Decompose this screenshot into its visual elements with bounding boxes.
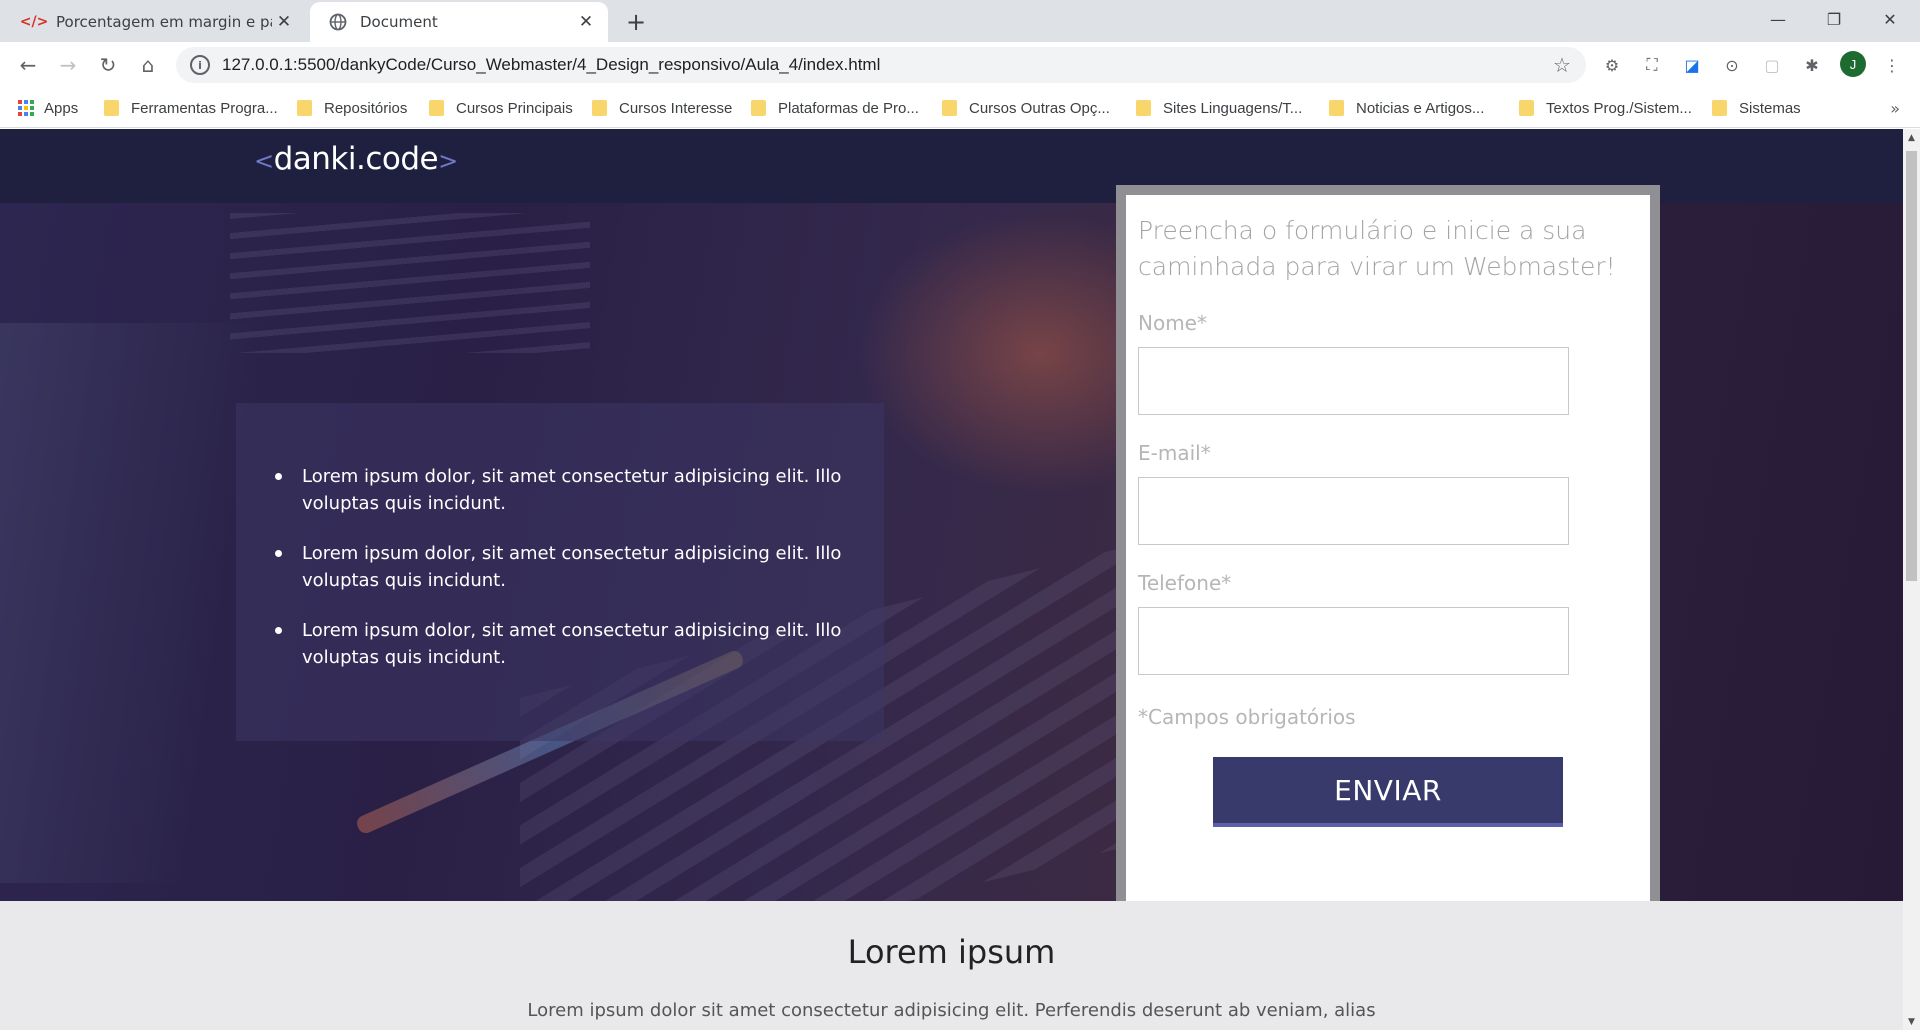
bookmark-folder[interactable]: Sites Linguagens/T... [1136, 88, 1302, 128]
menu-kebab-icon[interactable]: ⋮ [1878, 51, 1906, 79]
phone-field[interactable] [1138, 607, 1569, 675]
extension-icon[interactable]: ◪ [1678, 51, 1706, 79]
bookmark-label: Sistemas [1739, 99, 1801, 117]
browser-toolbar: ← → ↻ ⌂ i 127.0.0.1:5500/dankyCode/Curso… [0, 42, 1920, 88]
site-info-icon[interactable]: i [190, 55, 210, 75]
restore-icon[interactable]: ❐ [1806, 0, 1862, 38]
bookmark-folder[interactable]: Sistemas [1712, 88, 1801, 128]
bookmark-label: Repositórios [324, 99, 408, 117]
bookmark-label: Cursos Outras Opç... [969, 99, 1110, 117]
bookmark-folder[interactable]: Repositórios [297, 88, 407, 128]
content-section: Lorem ipsum Lorem ipsum dolor sit amet c… [0, 901, 1903, 1030]
address-bar[interactable]: i 127.0.0.1:5500/dankyCode/Curso_Webmast… [176, 47, 1586, 83]
tab-document[interactable]: Document ✕ [310, 2, 608, 42]
bookmark-label: Cursos Principais [456, 99, 573, 117]
submit-button[interactable]: ENVIAR [1213, 757, 1563, 827]
scroll-up-icon[interactable]: ▲ [1903, 129, 1920, 146]
folder-icon [1712, 100, 1727, 116]
logo-text: danki.code [273, 141, 439, 177]
logo[interactable]: <danki.code> [254, 141, 458, 177]
signup-form: Preencha o formulário e inicie a sua cam… [1116, 185, 1660, 927]
scroll-down-icon[interactable]: ▼ [1903, 1013, 1920, 1030]
page-scrollbar[interactable]: ▲ ▼ [1903, 129, 1920, 1030]
bookmark-folder[interactable]: Noticias e Artigos... [1329, 88, 1484, 128]
bookmark-label: Plataformas de Pro... [778, 99, 919, 117]
reload-icon[interactable]: ↻ [92, 49, 124, 81]
profile-avatar[interactable]: J [1840, 51, 1866, 77]
hero-code-texture [230, 213, 590, 353]
new-tab-button[interactable]: + [620, 6, 652, 38]
features-list: Lorem ipsum dolor, sit amet consectetur … [274, 463, 844, 671]
folder-icon [297, 100, 312, 116]
name-field[interactable] [1138, 347, 1569, 415]
bookmark-apps[interactable]: Apps [18, 88, 78, 128]
logo-bracket-left: < [254, 147, 274, 175]
email-label: E-mail* [1138, 441, 1211, 465]
folder-icon [1329, 100, 1344, 116]
tab-title: Porcentagem em margin e paddi [56, 13, 272, 31]
folder-icon [1519, 100, 1534, 116]
bookmark-folder[interactable]: Plataformas de Pro... [751, 88, 919, 128]
close-tab-icon[interactable]: ✕ [574, 10, 598, 34]
hero-background-image [0, 323, 260, 883]
folder-icon [592, 100, 607, 116]
apps-grid-icon [18, 100, 34, 116]
feature-item: Lorem ipsum dolor, sit amet consectetur … [274, 463, 844, 517]
feature-item: Lorem ipsum dolor, sit amet consectetur … [274, 540, 844, 594]
bookmark-star-icon[interactable]: ☆ [1546, 53, 1578, 77]
name-label: Nome* [1138, 311, 1207, 335]
folder-icon [104, 100, 119, 116]
folder-icon [429, 100, 444, 116]
feature-item: Lorem ipsum dolor, sit amet consectetur … [274, 617, 844, 671]
form-heading: Preencha o formulário e inicie a sua cam… [1138, 216, 1616, 281]
bookmark-label: Textos Prog./Sistem... [1546, 99, 1692, 117]
section-text: Lorem ipsum dolor sit amet consectetur a… [527, 1000, 1376, 1021]
bookmark-folder[interactable]: Textos Prog./Sistem... [1519, 88, 1692, 128]
email-field[interactable] [1138, 477, 1569, 545]
logo-bracket-right: > [438, 147, 458, 175]
globe-icon [328, 12, 348, 32]
folder-icon [942, 100, 957, 116]
extension-icon[interactable]: ▢ [1758, 51, 1786, 79]
close-tab-icon[interactable]: ✕ [272, 10, 296, 34]
page-viewport: <danki.code> Lorem ipsum dolor, sit amet… [0, 129, 1903, 1030]
bookmarks-overflow-icon[interactable]: » [1890, 88, 1900, 128]
bookmark-folder[interactable]: Cursos Interesse [592, 88, 732, 128]
folder-icon [751, 100, 766, 116]
tab-title: Document [360, 13, 438, 31]
url-text: 127.0.0.1:5500/dankyCode/Curso_Webmaster… [222, 55, 881, 74]
bookmark-label: Noticias e Artigos... [1356, 99, 1485, 117]
minimize-icon[interactable]: — [1750, 0, 1806, 38]
bookmark-folder[interactable]: Cursos Principais [429, 88, 573, 128]
bookmark-folder[interactable]: Ferramentas Progra... [104, 88, 278, 128]
extension-gear-icon[interactable]: ⚙ [1598, 51, 1626, 79]
bookmark-label: Sites Linguagens/T... [1163, 99, 1303, 117]
bookmark-folder[interactable]: Cursos Outras Opç... [942, 88, 1110, 128]
back-icon[interactable]: ← [12, 49, 44, 81]
tab-porcentagem[interactable]: </> Porcentagem em margin e paddi ✕ [6, 2, 306, 42]
section-title: Lorem ipsum [847, 933, 1056, 971]
puzzle-icon[interactable]: ✱ [1798, 51, 1826, 79]
scrollbar-thumb[interactable] [1906, 151, 1917, 581]
features-box: Lorem ipsum dolor, sit amet consectetur … [236, 403, 884, 741]
code-icon: </> [19, 14, 49, 30]
bookmark-label: Apps [44, 99, 79, 117]
required-fields-note: *Campos obrigatórios [1138, 705, 1356, 729]
home-icon[interactable]: ⌂ [132, 49, 164, 81]
code-extension-icon[interactable]: ⊙ [1718, 51, 1746, 79]
bookmark-label: Cursos Interesse [619, 99, 733, 117]
folder-icon [1136, 100, 1151, 116]
bookmark-label: Ferramentas Progra... [131, 99, 278, 117]
close-window-icon[interactable]: ✕ [1862, 0, 1918, 38]
phone-label: Telefone* [1138, 571, 1232, 595]
screenshot-extension-icon[interactable]: ⛶ [1638, 51, 1666, 79]
forward-icon[interactable]: → [52, 49, 84, 81]
tab-strip: </> Porcentagem em margin e paddi ✕ Docu… [0, 0, 1920, 42]
bookmarks-bar: Apps Ferramentas Progra... Repositórios … [0, 88, 1920, 128]
